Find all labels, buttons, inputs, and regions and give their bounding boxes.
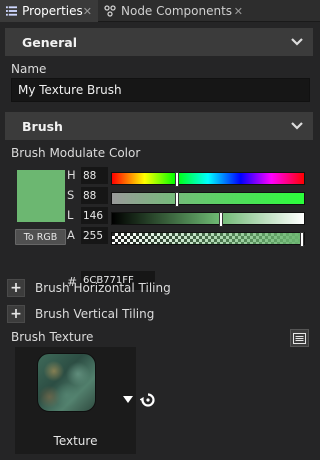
alpha-slider[interactable] [111,232,305,247]
plus-icon: + [10,280,22,296]
to-rgb-button[interactable]: To RGB [15,229,66,245]
modulate-color-label: Brush Modulate Color [11,146,141,160]
chevron-down-icon[interactable] [290,36,304,48]
saturation-slider[interactable] [111,192,305,207]
vertical-tiling-label: Brush Vertical Tiling [35,307,155,321]
tab-node-components[interactable]: Node Components ✕ [99,0,249,22]
channel-h-label: H [67,168,76,182]
tab-properties[interactable]: Properties ✕ [0,0,98,22]
brush-texture-label: Brush Texture [11,330,94,344]
name-label: Name [11,62,47,76]
channel-s-field[interactable]: 88 [81,187,108,204]
hue-slider[interactable] [111,172,305,187]
slider-thumb[interactable] [300,232,304,247]
plus-icon: + [10,306,22,322]
texture-thumbnail [37,353,96,412]
browse-icon [293,332,306,344]
close-icon[interactable]: ✕ [83,5,92,18]
tab-label: Node Components [121,4,233,18]
section-title: Brush [22,118,63,134]
node-components-icon [104,5,116,17]
chevron-down-icon[interactable] [290,120,304,132]
channel-l-label: L [67,208,74,222]
horizontal-tiling-label: Brush Horizontal Tiling [35,281,171,295]
channel-l-field[interactable]: 146 [81,207,108,224]
close-icon[interactable]: ✕ [234,5,243,18]
section-general-header[interactable]: General [5,28,313,56]
lightness-slider[interactable] [111,212,305,227]
list-icon [6,6,18,16]
caret-down-icon[interactable] [123,396,133,403]
section-title: General [22,34,77,50]
channel-s-label: S [67,188,75,202]
slider-thumb[interactable] [175,192,180,207]
expand-horizontal-tiling-button[interactable]: + [7,279,25,297]
expand-vertical-tiling-button[interactable]: + [7,305,25,323]
color-swatch[interactable] [17,170,65,222]
channel-h-field[interactable]: 88 [81,167,108,184]
name-field[interactable]: My Texture Brush [11,78,310,102]
tab-bar: Properties ✕ Node Components ✕ [0,0,320,22]
reset-icon[interactable] [140,392,156,408]
slider-thumb[interactable] [219,212,224,227]
section-brush-header[interactable]: Brush [5,112,313,140]
browse-texture-button[interactable] [290,329,309,347]
channel-a-field[interactable]: 255 [81,227,108,244]
tab-label: Properties [22,4,83,18]
channel-a-label: A [67,228,75,242]
slider-thumb[interactable] [175,172,180,187]
texture-name: Texture [53,434,98,448]
texture-slot[interactable]: Texture [15,347,136,454]
